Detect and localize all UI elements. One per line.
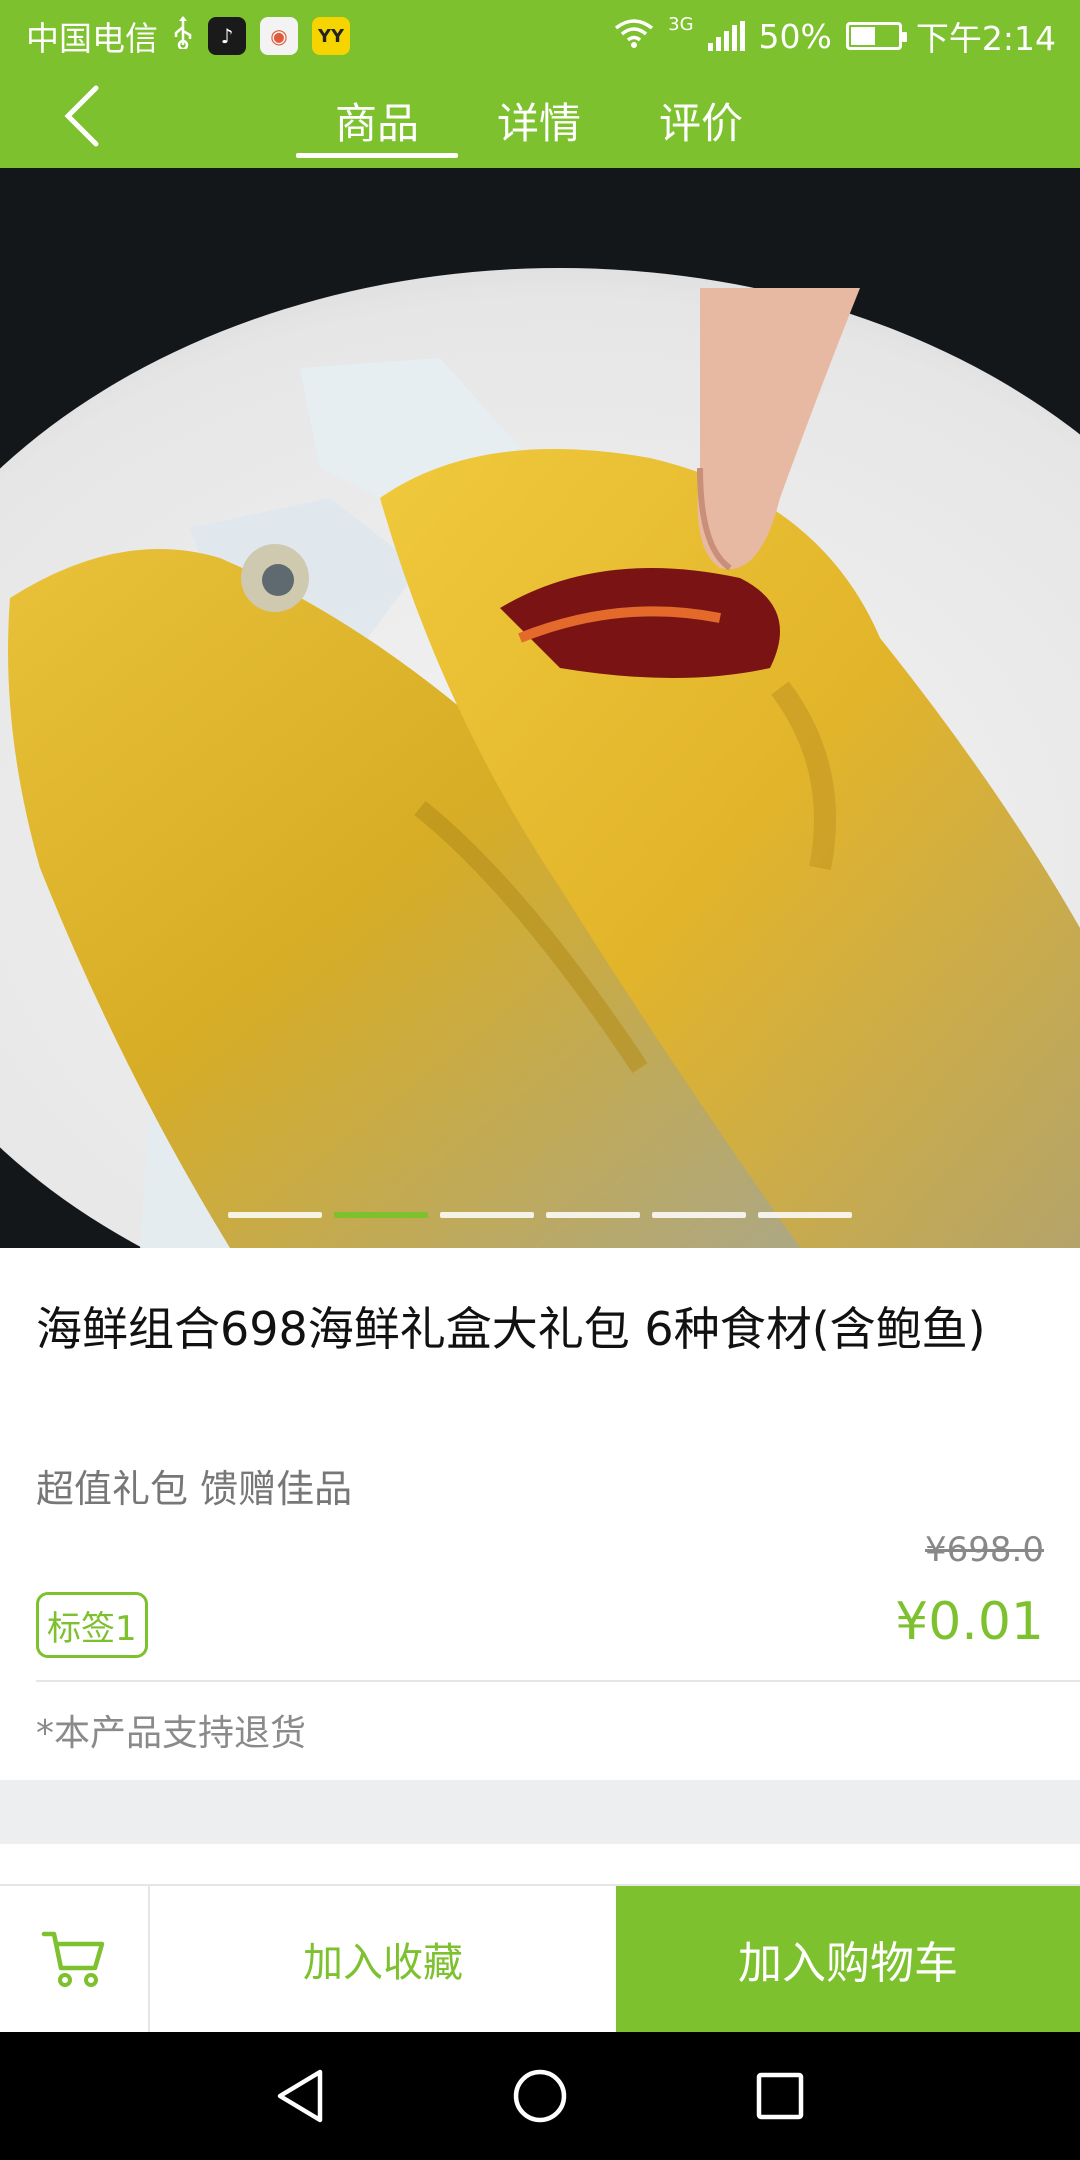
cart-button[interactable] (0, 1886, 150, 2032)
product-tag: 标签1 (36, 1592, 148, 1658)
system-nav-bar (0, 2032, 1080, 2160)
product-title: 海鲜组合698海鲜礼盒大礼包 6种食材(含鲍鱼) (36, 1302, 986, 1356)
circle-home-icon (513, 2069, 567, 2123)
header: 商品 详情 评价 (0, 72, 1080, 168)
yy-app-icon: YY (312, 17, 350, 55)
return-policy-note: *本产品支持退货 (36, 1713, 307, 1754)
battery-percent: 50% (758, 16, 832, 56)
status-bar: 中国电信 ♪ ◉ YY 3G 50% 下午2:14 (0, 0, 1080, 72)
product-image (0, 168, 1080, 1248)
carousel-dot[interactable] (652, 1212, 746, 1218)
status-right: 3G 50% 下午2:14 (614, 14, 1056, 58)
carousel-dot-active[interactable] (334, 1212, 428, 1218)
signal-icon (707, 21, 745, 51)
product-subtitle: 超值礼包 馈赠佳品 (36, 1467, 353, 1511)
map-app-icon: ◉ (260, 17, 298, 55)
network-type: 3G (668, 14, 694, 35)
product-image-carousel[interactable] (0, 168, 1080, 1248)
nav-back-button[interactable] (264, 2060, 336, 2132)
carousel-dot[interactable] (228, 1212, 322, 1218)
chevron-left-icon (64, 85, 99, 147)
product-info: 海鲜组合698海鲜礼盒大礼包 6种食材(含鲍鱼) 超值礼包 馈赠佳品 ¥698.… (0, 1248, 1080, 1780)
back-button[interactable] (44, 78, 120, 154)
clock: 下午2:14 (915, 19, 1056, 58)
usb-icon (172, 15, 194, 57)
tab-reviews[interactable]: 评价 (620, 72, 782, 168)
section-separator (0, 1780, 1080, 1844)
add-to-cart-button[interactable]: 加入购物车 (616, 1886, 1080, 2032)
wifi-icon (614, 17, 654, 56)
tab-product[interactable]: 商品 (296, 72, 458, 168)
nav-recents-button[interactable] (744, 2060, 816, 2132)
tiktok-icon: ♪ (208, 17, 246, 55)
status-left: 中国电信 ♪ ◉ YY (26, 14, 350, 58)
carousel-dot[interactable] (546, 1212, 640, 1218)
add-to-favorites-button[interactable]: 加入收藏 (150, 1886, 616, 2032)
square-recents-icon (756, 2072, 804, 2120)
nav-home-button[interactable] (504, 2060, 576, 2132)
tab-bar: 商品 详情 评价 (296, 72, 782, 168)
action-bar: 加入收藏 加入购物车 (0, 1886, 1080, 2032)
original-price: ¥698.0 (925, 1530, 1044, 1570)
carousel-indicator (0, 1212, 1080, 1218)
battery-icon (845, 22, 907, 50)
sale-price: ¥0.01 (895, 1592, 1044, 1652)
cart-icon (41, 1931, 105, 1987)
triangle-back-icon (277, 2069, 323, 2123)
tab-details[interactable]: 详情 (458, 72, 620, 168)
carrier-label: 中国电信 (26, 19, 158, 58)
carousel-dot[interactable] (440, 1212, 534, 1218)
divider (36, 1680, 1080, 1682)
carousel-dot[interactable] (758, 1212, 852, 1218)
section-spacer (0, 1844, 1080, 1886)
